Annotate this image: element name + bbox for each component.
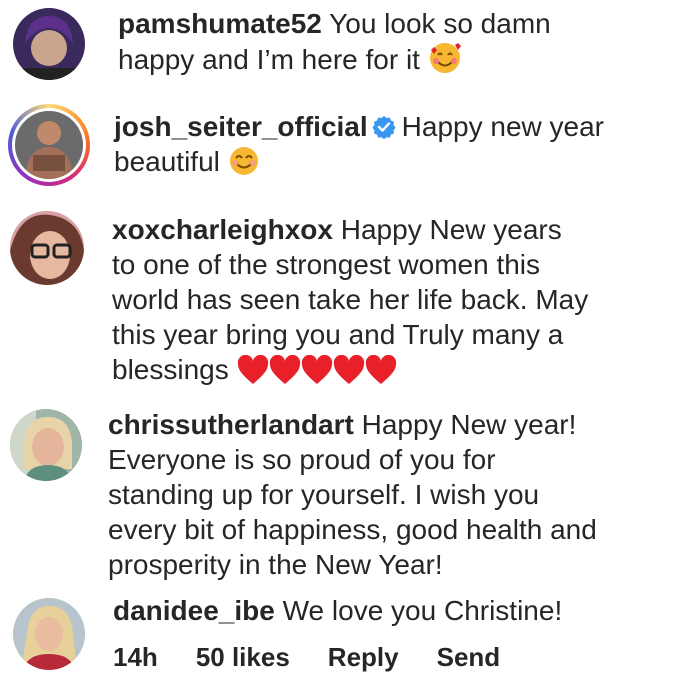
- comment-username[interactable]: pamshumate52: [118, 8, 322, 39]
- comment-body-line: every bit of happiness, good health and: [108, 514, 597, 545]
- avatar[interactable]: [10, 211, 84, 285]
- comment-body-line: to one of the strongest women this: [112, 249, 541, 280]
- comment-username[interactable]: chrissutherlandart: [108, 409, 354, 440]
- comment-username[interactable]: josh_seiter_official: [114, 111, 368, 142]
- comment-body-line: prosperity in the New Year!: [108, 549, 443, 580]
- comment-body-line: beautiful: [114, 146, 220, 177]
- avatar[interactable]: [13, 598, 85, 670]
- comment-meta-row: 14h 50 likes Reply Send: [113, 640, 538, 674]
- comment-body-line: standing up for yourself. I wish you: [108, 479, 540, 510]
- avatar[interactable]: [10, 409, 82, 481]
- red-heart-icon: [269, 354, 301, 393]
- comment-body-line: Happy new year: [401, 111, 604, 142]
- smiling-face-with-hearts-icon: [428, 41, 462, 83]
- red-heart-icon: [333, 354, 365, 393]
- comment-body-line: Everyone is so proud of you for: [108, 444, 496, 475]
- comment-timestamp: 14h: [113, 642, 158, 672]
- red-heart-icon: [237, 354, 269, 393]
- verified-badge-icon: [372, 112, 396, 140]
- comment-body-line: world has seen take her life back. May: [112, 284, 589, 315]
- comment-username[interactable]: xoxcharleighxox: [112, 214, 333, 245]
- smiling-face-with-smiling-eyes-icon: [228, 145, 260, 185]
- comment-text: danidee_ibe We love you Christine!: [113, 593, 673, 628]
- comment-text: pamshumate52 You look so damn happy and …: [118, 6, 668, 83]
- comment-text: chrissutherlandart Happy New year! Every…: [108, 407, 673, 582]
- red-heart-icon: [301, 354, 333, 393]
- comment-body-line: Happy New year!: [361, 409, 577, 440]
- comment-text: xoxcharleighxox Happy New years to one o…: [112, 212, 672, 393]
- comment-body-line: this year bring you and Truly many a: [112, 319, 564, 350]
- reply-button[interactable]: Reply: [328, 642, 399, 672]
- red-heart-icon: [365, 354, 397, 393]
- comment-body-line: blessings: [112, 354, 229, 385]
- comment-body-line: Happy New years: [340, 214, 562, 245]
- avatar[interactable]: [13, 8, 85, 80]
- likes-count-button[interactable]: 50 likes: [196, 642, 290, 672]
- comment-body-line: happy and I’m here for it: [118, 44, 420, 75]
- avatar[interactable]: [15, 111, 83, 179]
- comment-body-line: We love you Christine!: [282, 595, 563, 626]
- comment-username[interactable]: danidee_ibe: [113, 595, 275, 626]
- comment-text: josh_seiter_official Happy new year beaut…: [114, 109, 674, 185]
- send-button[interactable]: Send: [437, 642, 501, 672]
- comment-body-line: You look so damn: [329, 8, 551, 39]
